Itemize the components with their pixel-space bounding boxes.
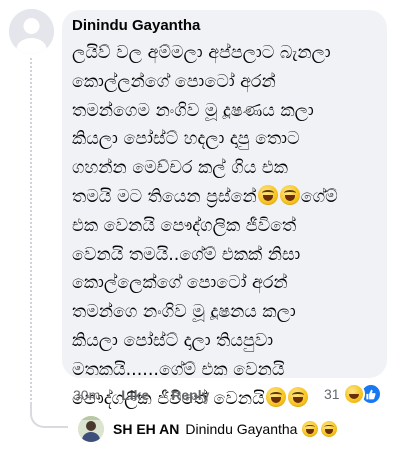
thread-line (30, 58, 32, 408)
comment-line: ගහන්න මෙච්චර කල් ගිය එක (72, 158, 288, 179)
laughing-crying-emoji-icon (302, 421, 319, 437)
comment-line: තමයි මට තියෙන ප්‍රස්නේ (72, 186, 257, 207)
comment-actions: 30m Like Reply (73, 386, 209, 404)
laugh-reaction-icon (342, 383, 365, 405)
comment-author[interactable]: Dinindu Gayantha (72, 17, 377, 35)
comment-line: කොල්ලන්ගේ පොටෝ අරන් (72, 71, 276, 92)
laughing-crying-emoji-icon (287, 386, 308, 407)
thumbs-up-icon (366, 389, 376, 399)
reply-preview[interactable]: SH EH AN Dinindu Gayantha (78, 416, 338, 442)
comment-line: ගේම් (300, 186, 338, 207)
reaction-count: 31 (324, 386, 340, 402)
reply-button[interactable]: Reply (171, 387, 209, 403)
comment-line: වෙනයි තමයි..ගේම් එකක් නිසා (72, 244, 301, 265)
default-avatar-icon (9, 9, 54, 54)
laughing-crying-emoji-icon (265, 386, 286, 407)
reply-avatar[interactable] (78, 416, 104, 442)
comment-line: මතකයි......ගේම් එක වෙනයි (72, 359, 285, 380)
comment-line: තමන්ගෙ නංගිව මූ දූෂනය කලා (72, 302, 296, 323)
comment-line: කොල්ලෙක්ගේ පොටෝ අරන් (72, 273, 288, 294)
thread-connector (30, 402, 68, 428)
laughing-crying-emoji-icon (321, 421, 338, 437)
reply-mention[interactable]: Dinindu Gayantha (185, 421, 297, 437)
comment-line: ලයිව් වල අම්මලා අප්පලාට බැනලා (72, 43, 331, 63)
laughing-crying-emoji-icon (257, 184, 278, 205)
comment-line: කියලා පෝස්ට් දාලා තියපුවා (72, 330, 274, 351)
profile-photo-icon (78, 416, 104, 442)
reply-author[interactable]: SH EH AN (113, 421, 179, 437)
comment-line: එක වෙනයි පෞද්ගලික ජීවිතේ (72, 215, 297, 236)
comment-text: ලයිව් වල අම්මලා අප්පලාට බැනලා කොල්ලන්ගේ … (72, 39, 377, 413)
comment-line-with-emoji: තමයි මට තියෙන ප්‍රස්නේ ගේම් (72, 183, 377, 212)
like-button[interactable]: Like (121, 387, 149, 403)
laughing-crying-emoji-icon (279, 184, 300, 205)
commenter-avatar[interactable] (9, 9, 54, 54)
comment-line: කියලා පෝස්ට් හදලා දාපු තොට (72, 129, 300, 150)
reply-emojis (301, 421, 338, 437)
comment-timestamp[interactable]: 30m (73, 387, 100, 403)
reply-text: Dinindu Gayantha (185, 421, 338, 437)
comment-line: තමන්ගෙම නංගිව මූ දූෂණය කලා (72, 100, 314, 121)
comment-bubble: Dinindu Gayantha ලයිව් වල අම්මලා අප්පලාට… (62, 10, 387, 409)
reaction-summary[interactable]: 31 (324, 383, 382, 405)
